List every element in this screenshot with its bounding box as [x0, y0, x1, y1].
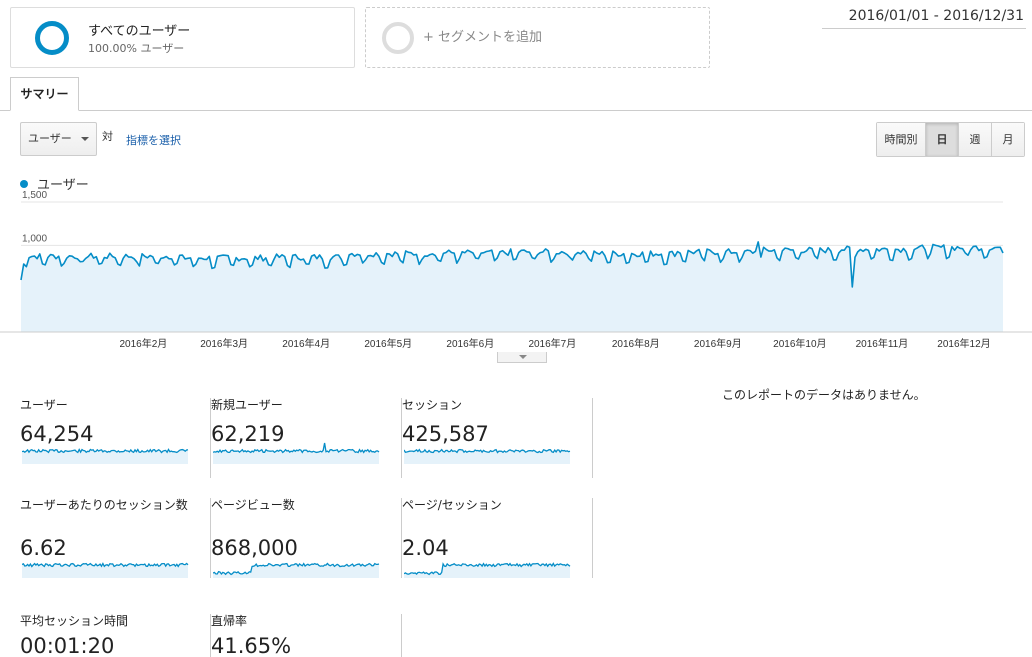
scorecard[interactable]: ページビュー数 868,000	[211, 498, 402, 578]
segment-all-users[interactable]: すべてのユーザー 100.00% ユーザー	[10, 7, 355, 68]
x-tick-label: 2016年6月	[446, 337, 494, 350]
x-tick-label: 2016年7月	[528, 337, 576, 350]
segment-title: すべてのユーザー	[88, 24, 191, 39]
y-tick-label: 1,500	[22, 190, 47, 201]
users-over-time-chart: 1,5001,0005002016年2月2016年3月2016年4月2016年5…	[0, 190, 1032, 350]
scorecard-sparkline	[404, 448, 571, 464]
scorecard-label: ページ/セッション	[402, 498, 502, 512]
x-tick-label: 2016年5月	[364, 337, 412, 350]
granularity-week-button[interactable]: 週	[959, 123, 992, 156]
scorecard[interactable]: ユーザーあたりのセッション数 6.62	[20, 498, 211, 578]
segment-ring-icon	[35, 21, 69, 55]
scorecard-sparkline	[213, 442, 380, 464]
metric-select[interactable]: ユーザー	[20, 122, 97, 156]
scorecard-label: 直帰率	[211, 614, 248, 628]
segment-subtitle: 100.00% ユーザー	[88, 42, 185, 55]
chart-collapse-handle[interactable]	[497, 352, 547, 363]
sparkline-line	[213, 442, 380, 454]
no-data-message: このレポートのデータはありません。	[722, 388, 926, 402]
scorecard-sparkline	[404, 562, 571, 578]
granularity-toggle: 時間別 日 週 月	[876, 122, 1025, 157]
x-tick-label: 2016年12月	[937, 337, 990, 350]
x-tick-label: 2016年9月	[694, 337, 742, 350]
granularity-month-button[interactable]: 月	[992, 123, 1024, 156]
add-segment-button[interactable]: + セグメントを追加	[365, 7, 710, 68]
chevron-down-icon	[81, 137, 89, 141]
scorecard-label: 新規ユーザー	[211, 398, 283, 412]
scorecard[interactable]: ユーザー 64,254	[20, 398, 211, 478]
empty-ring-icon	[382, 22, 414, 54]
choose-metric-link[interactable]: 指標を選択	[126, 132, 181, 148]
scorecard[interactable]: 平均セッション時間 00:01:20	[20, 614, 211, 657]
add-segment-label: + セグメントを追加	[423, 30, 543, 45]
legend-dot-icon	[20, 179, 28, 188]
scorecard-sparkline	[22, 448, 189, 464]
x-tick-label: 2016年3月	[200, 337, 248, 350]
scorecard[interactable]: 新規ユーザー 62,219	[211, 398, 402, 478]
tab-summary[interactable]: サマリー	[10, 77, 79, 111]
scorecard-sparkline	[213, 562, 380, 578]
tab-bar-divider	[0, 110, 1032, 111]
scorecard[interactable]: 直帰率 41.65%	[211, 614, 402, 657]
scorecard-label: ユーザーあたりのセッション数	[20, 498, 188, 512]
scorecard-sparkline	[22, 562, 189, 578]
granularity-hourly-button[interactable]: 時間別	[877, 123, 926, 156]
scorecard-label: セッション	[402, 398, 463, 412]
scorecard-label: ユーザー	[20, 398, 68, 412]
scorecard[interactable]: セッション 425,587	[402, 398, 593, 478]
y-tick-label: 1,000	[22, 233, 47, 244]
x-tick-label: 2016年10月	[773, 337, 826, 350]
x-tick-label: 2016年8月	[612, 337, 660, 350]
scorecard-value: 00:01:20	[20, 634, 115, 657]
scorecard-label: 平均セッション時間	[20, 614, 129, 628]
x-tick-label: 2016年4月	[282, 337, 330, 350]
date-range-picker[interactable]: 2016/01/01 - 2016/12/31	[822, 8, 1026, 29]
x-tick-label: 2016年11月	[856, 337, 909, 350]
chevron-down-icon	[519, 355, 527, 359]
metric-select-value: ユーザー	[28, 132, 72, 145]
sparkline-area	[213, 443, 379, 464]
scorecard-label: ページビュー数	[211, 498, 295, 512]
x-tick-label: 2016年2月	[120, 337, 168, 350]
scorecard[interactable]: ページ/セッション 2.04	[402, 498, 593, 578]
scorecard-value: 41.65%	[211, 634, 292, 657]
vs-label: 対	[102, 130, 113, 143]
granularity-day-button[interactable]: 日	[926, 123, 959, 156]
